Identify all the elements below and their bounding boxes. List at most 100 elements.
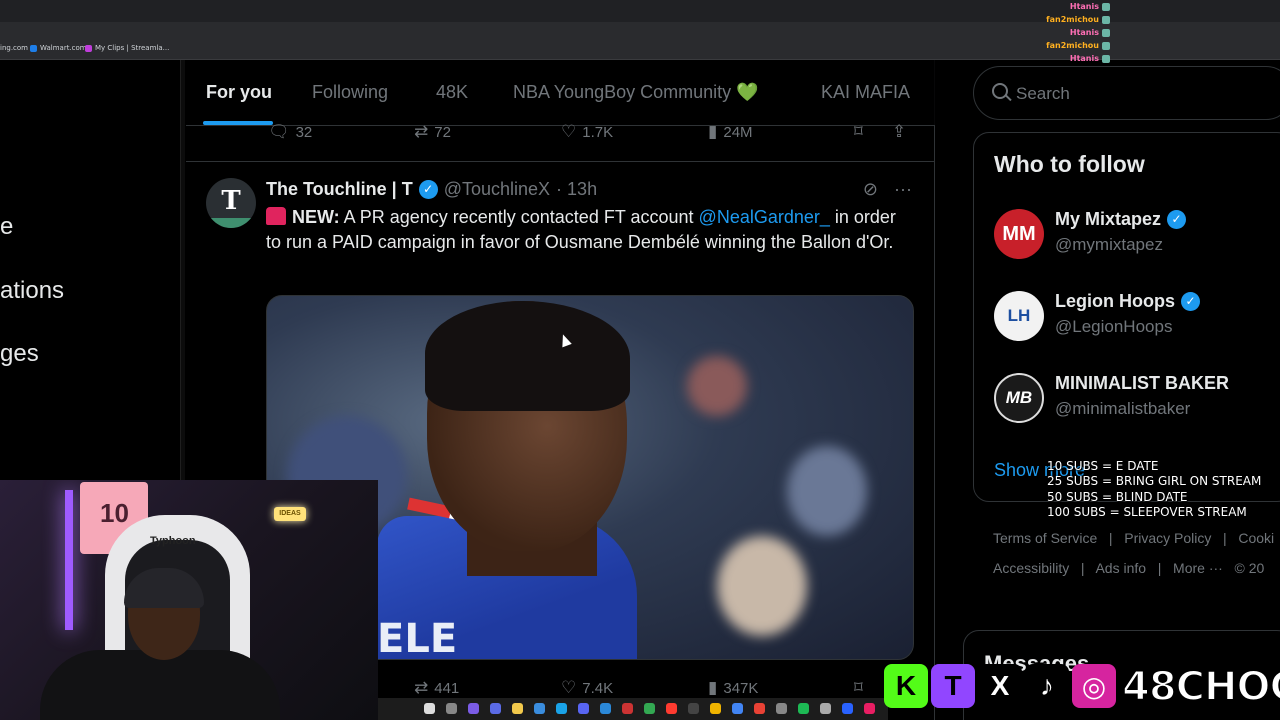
accessibility-link[interactable]: Accessibility (993, 560, 1069, 576)
privacy-link[interactable]: Privacy Policy (1124, 530, 1211, 546)
heart-icon: ♡ (561, 122, 577, 141)
walmart-icon (30, 44, 37, 52)
tweet-header: The Touchline | T ✓ @TouchlineX · 13h (266, 179, 597, 200)
grok-icon[interactable]: ⊘ (863, 179, 878, 200)
spotify-icon[interactable] (798, 703, 809, 714)
bookmark-label: Walmart.com (40, 44, 87, 52)
who-to-follow-title: Who to follow (994, 151, 1145, 177)
neon-sign: IDEAS (274, 507, 306, 521)
timeline-tabs: For you Following 48K NBA YoungBoy Commu… (186, 60, 935, 126)
app-icon[interactable] (710, 703, 721, 714)
bookmark-my-clips[interactable]: My Clips | Streamla... (85, 44, 169, 52)
footer-links-row-1: Terms of Service | Privacy Policy | Cook… (993, 530, 1274, 546)
search-box[interactable]: Search (973, 66, 1280, 120)
folder-icon[interactable] (512, 703, 523, 714)
terms-link[interactable]: Terms of Service (993, 530, 1097, 546)
stream-chat-overlay: Htanis fan2michou Htanis fan2michou Htan… (1000, 0, 1110, 65)
app-icon[interactable] (622, 703, 633, 714)
app-icon[interactable] (820, 703, 831, 714)
chat-message: Htanis (1000, 0, 1110, 13)
bookmark-label: ing.com (0, 44, 28, 52)
tweet-author-name[interactable]: The Touchline | T (266, 179, 413, 200)
nav-item-notifications[interactable]: ations (0, 277, 64, 305)
like-count: 7.4K (582, 679, 614, 697)
nav-item-messages[interactable]: ges (0, 340, 39, 368)
repost-count: 72 (434, 123, 451, 141)
app-icon[interactable] (644, 703, 655, 714)
search-taskbar-icon[interactable] (446, 703, 457, 714)
who-to-follow-panel: Who to follow MM My Mixtapez ✓ @mymixtape… (973, 132, 1280, 502)
player-hair (425, 301, 630, 411)
tab-nba-youngboy-community[interactable]: NBA YoungBoy Community 💚 (513, 82, 759, 103)
teams-icon[interactable] (490, 703, 501, 714)
edge-icon[interactable] (556, 703, 567, 714)
app-icon[interactable] (776, 703, 787, 714)
app-icon[interactable] (754, 703, 765, 714)
bookmark-button[interactable]: ⌑ (854, 678, 863, 698)
follow-suggestion[interactable]: LH Legion Hoops ✓ @LegionHoops (994, 291, 1280, 351)
social-handles-overlay: K T X ♪ ◎ 48CHOGII (884, 662, 1280, 712)
tweet-avatar[interactable]: T (206, 178, 256, 228)
tweet-text: NEW: A PR agency recently contacted FT a… (266, 205, 906, 255)
chat-user: Htanis (1069, 2, 1099, 11)
sub-goal: 50 SUBS = BLIND DATE (1047, 489, 1188, 504)
app-icon[interactable] (600, 703, 611, 714)
follow-suggestion[interactable]: MB MINIMALIST BAKER @minimalistbaker (994, 373, 1280, 433)
chat-user: Htanis (1069, 54, 1099, 63)
discord-icon[interactable] (578, 703, 589, 714)
repost-button[interactable]: ⇄ 441 (414, 678, 459, 698)
emote-icon (1102, 41, 1110, 50)
led-light (65, 490, 73, 630)
chat-user: fan2michou (1046, 15, 1099, 24)
repost-button[interactable]: ⇄ 72 (414, 122, 451, 142)
follow-suggestion[interactable]: MM My Mixtapez ✓ @mymixtapez (994, 209, 1280, 269)
kick-icon: K (884, 664, 928, 708)
like-count: 1.7K (582, 123, 614, 141)
bookmark-button[interactable]: ⌑ (854, 122, 863, 142)
bookmark-1[interactable]: ing.com (0, 44, 28, 52)
more-link[interactable]: More ··· (1173, 560, 1223, 576)
tweet-author-handle[interactable]: @TouchlineX (444, 179, 550, 200)
tab-for-you[interactable]: For you (206, 82, 272, 103)
verified-badge-icon: ✓ (1167, 210, 1187, 229)
avatar: LH (994, 291, 1044, 341)
app-icon[interactable] (666, 703, 677, 714)
tweet-time[interactable]: · 13h (556, 179, 597, 200)
views-button[interactable]: ▮ 24M (708, 122, 753, 142)
tab-48k[interactable]: 48K (436, 82, 468, 103)
ads-info-link[interactable]: Ads info (1095, 560, 1146, 576)
emote-icon (1102, 28, 1110, 37)
app-icon[interactable] (534, 703, 545, 714)
start-icon[interactable] (424, 703, 435, 714)
chat-user: fan2michou (1046, 41, 1099, 50)
cookie-link[interactable]: Cooki (1238, 530, 1274, 546)
like-button[interactable]: ♡ 1.7K (561, 122, 613, 142)
app-icon[interactable] (688, 703, 699, 714)
app-icon[interactable] (864, 703, 875, 714)
like-button[interactable]: ♡ 7.4K (561, 678, 613, 698)
clips-icon (85, 44, 92, 52)
streamer-handle: 48CHOGII (1121, 663, 1280, 711)
footer-separator: | (1157, 560, 1162, 576)
account-name: MINIMALIST BAKER (1055, 373, 1229, 394)
more-options-icon[interactable]: ··· (894, 179, 912, 200)
app-icon[interactable] (842, 703, 853, 714)
share-button[interactable]: ⇪ (892, 122, 906, 142)
chrome-icon[interactable] (732, 703, 743, 714)
app-icon[interactable] (468, 703, 479, 714)
reply-button[interactable]: 🗨 32 (268, 122, 312, 142)
account-name: Legion Hoops ✓ (1055, 291, 1200, 312)
tab-following[interactable]: Following (312, 82, 388, 103)
tab-kai-mafia[interactable]: KAI MAFIA (821, 82, 910, 103)
bookmark-walmart[interactable]: Walmart.com (30, 44, 87, 52)
windows-taskbar (378, 698, 888, 720)
verified-badge-icon: ✓ (1181, 292, 1200, 311)
green-heart-icon: 💚 (736, 82, 759, 102)
bookmark-icon: ⌑ (854, 678, 863, 697)
tweet-mention-link[interactable]: @NealGardner_ (699, 207, 830, 227)
nav-item-explore[interactable]: e (0, 213, 13, 241)
views-button[interactable]: ▮ 347K (708, 678, 758, 698)
view-count: 347K (723, 679, 759, 697)
footer-separator: | (1108, 530, 1113, 546)
reply-icon: 🗨 (268, 122, 290, 141)
